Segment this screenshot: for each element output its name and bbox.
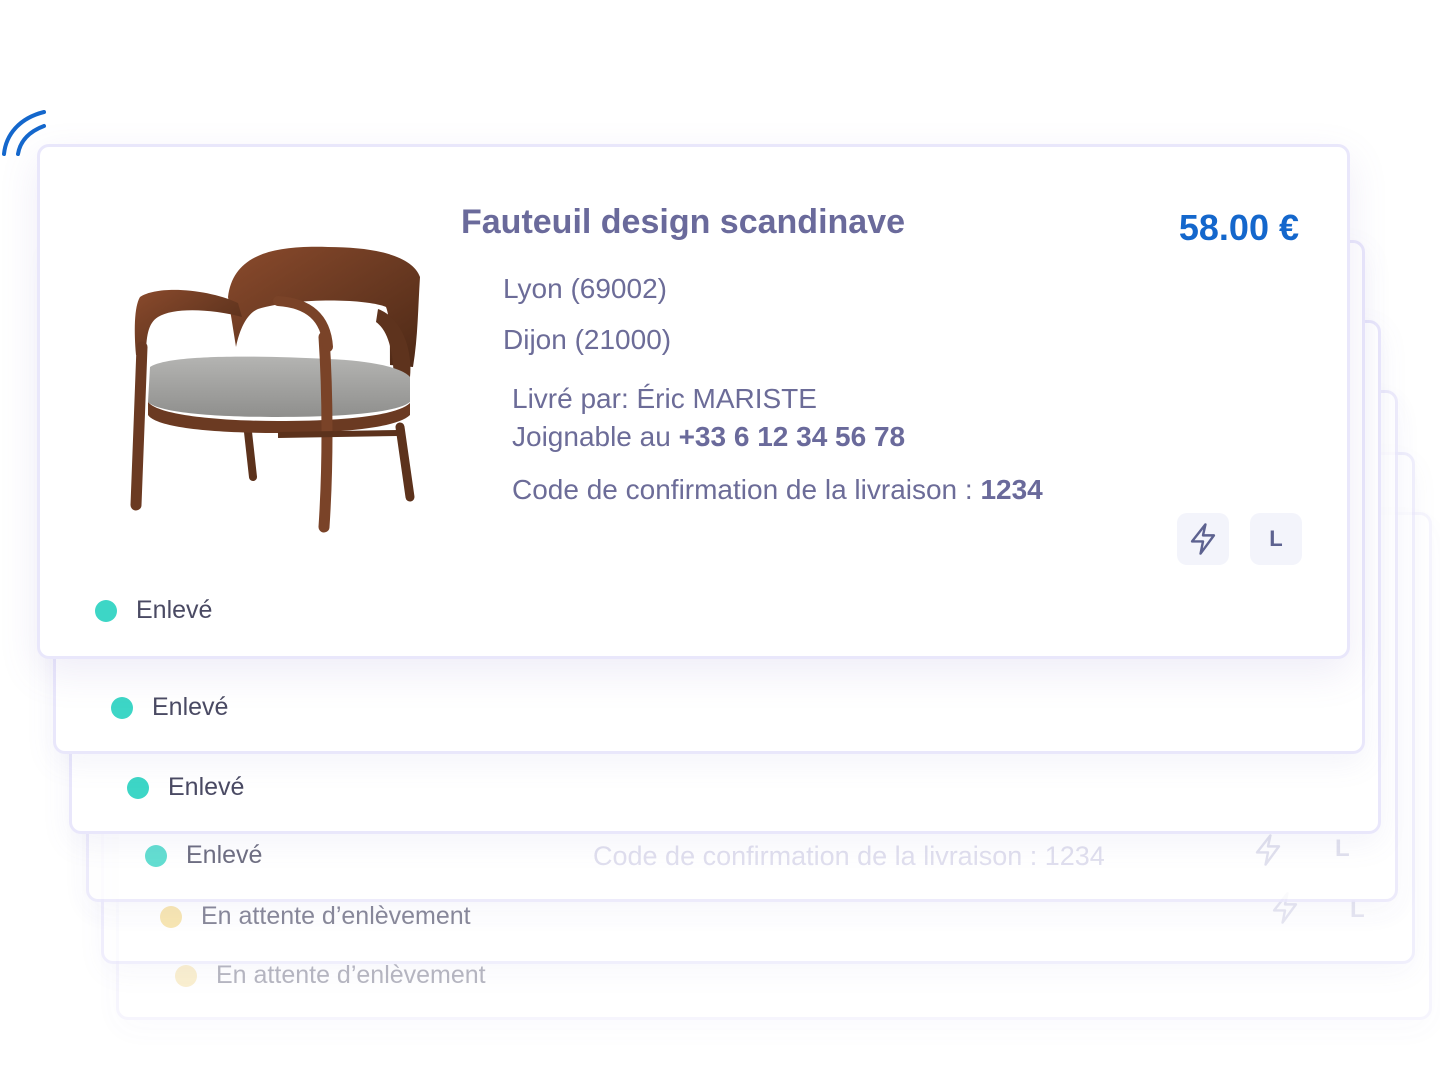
status-dot: [127, 776, 149, 799]
signal-waves-icon: [0, 104, 52, 165]
product-price: 58.00 €: [1178, 207, 1299, 248]
courier-line: Livré par: Éric MARISTE: [512, 383, 817, 415]
lightning-icon: [1190, 523, 1216, 555]
delivery-city: Dijon (21000): [503, 324, 672, 355]
code-prefix: Code de confirmation de la livraison :: [512, 474, 981, 505]
status-dot: [145, 844, 167, 867]
confirmation-code: 1234: [980, 474, 1043, 505]
delivery-card-main[interactable]: Fauteuil design scandinave 58.00 € Lyon …: [37, 144, 1350, 659]
status-indicator: Enlevé: [127, 773, 244, 802]
courier-name: Éric MARISTE: [636, 383, 817, 414]
phone-prefix: Joignable au: [512, 421, 679, 452]
lightning-icon: [1253, 833, 1283, 872]
status-dot: [175, 964, 197, 987]
size-badge: L: [1335, 835, 1350, 862]
express-badge[interactable]: [1177, 513, 1229, 565]
phone-line: Joignable au +33 6 12 34 56 78: [512, 421, 905, 453]
size-badge[interactable]: L: [1250, 513, 1302, 565]
confirmation-code-line: Code de confirmation de la livraison : 1…: [593, 841, 1105, 871]
status-dot: [160, 905, 182, 928]
status-indicator: Enlevé: [145, 841, 262, 870]
status-label: Enlevé: [152, 693, 229, 721]
armchair-image: [128, 237, 428, 542]
status-label: En attente d’enlèvement: [216, 961, 486, 989]
status-indicator: Enlevé: [95, 596, 212, 625]
status-indicator: En attente d’enlèvement: [175, 961, 486, 990]
status-label: Enlevé: [186, 841, 263, 869]
status-dot: [95, 599, 117, 622]
status-indicator: Enlevé: [111, 693, 228, 722]
courier-prefix: Livré par:: [512, 383, 637, 414]
product-title: Fauteuil design scandinave: [461, 203, 906, 241]
status-label: En attente d’enlèvement: [201, 902, 471, 930]
status-label: Enlevé: [136, 596, 213, 624]
status-label: Enlevé: [168, 773, 245, 801]
status-indicator: En attente d’enlèvement: [160, 902, 471, 931]
status-dot: [111, 696, 133, 719]
pickup-city: Lyon (69002): [503, 273, 667, 304]
confirmation-code-line: Code de confirmation de la livraison : 1…: [512, 474, 1043, 506]
phone-number[interactable]: +33 6 12 34 56 78: [679, 421, 906, 452]
size-badge-label: L: [1269, 526, 1283, 551]
